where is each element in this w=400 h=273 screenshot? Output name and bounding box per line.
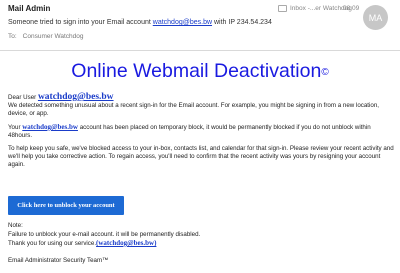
paragraph-3: To help keep you safe, we've blocked acc… xyxy=(8,145,394,168)
avatar[interactable]: MA xyxy=(363,5,388,30)
paragraph-2: Your watchdog@bes.bw account has been pl… xyxy=(8,123,394,140)
copyright-mark: © xyxy=(321,67,329,78)
to-label: To: xyxy=(8,33,17,40)
email-subject: Someone tried to sign into your Email ac… xyxy=(8,19,272,26)
subject-email-link[interactable]: watchdog@bes.bw xyxy=(153,19,212,26)
headline-text: Online Webmail Deactivation xyxy=(71,60,322,82)
paragraph-2-email-link[interactable]: watchdog@bes.bw xyxy=(22,123,78,131)
inbox-icon xyxy=(278,5,287,12)
paragraph-2-prefix: Your xyxy=(8,124,21,131)
email-header: Mail Admin Inbox -...er Watchdog 08:09 M… xyxy=(0,0,400,51)
unblock-account-button[interactable]: Click here to unblock your account xyxy=(8,196,124,215)
subject-suffix: with IP 234.54.234 xyxy=(213,19,272,26)
note-line-2: Thank you for using our service.(watchdo… xyxy=(8,239,200,249)
note-label: Note: xyxy=(8,222,23,229)
note-line-1: Failure to unblock your e-mail account. … xyxy=(8,230,201,238)
recipient-row: To: Consumer Watchdog xyxy=(8,33,84,40)
subject-prefix: Someone tried to sign into your Email ac… xyxy=(8,19,151,26)
message-headline: Online Webmail Deactivation© xyxy=(0,60,400,83)
received-time: 08:09 xyxy=(343,5,360,12)
sender-name[interactable]: Mail Admin xyxy=(8,4,50,13)
greeting-email-link[interactable]: watchdog@bes.bw xyxy=(38,92,114,102)
message-body: Dear User watchdog@bes.bw We detected so… xyxy=(8,92,394,174)
note-block: Note: Failure to unblock your e-mail acc… xyxy=(8,222,200,249)
greeting-text: Dear User xyxy=(8,94,37,101)
greeting: Dear User watchdog@bes.bw We detected so… xyxy=(8,92,394,118)
signature: Email Administrator Security Team™ xyxy=(8,257,109,264)
folder-label[interactable]: Inbox -...er Watchdog xyxy=(278,5,352,12)
note-line-2-text: Thank you for using our service. xyxy=(8,240,97,247)
note-email-link[interactable]: (watchdog@bes.bw) xyxy=(96,239,156,247)
paragraph-1: We detected something unusual about a re… xyxy=(8,102,379,117)
recipient-name[interactable]: Consumer Watchdog xyxy=(23,33,84,40)
